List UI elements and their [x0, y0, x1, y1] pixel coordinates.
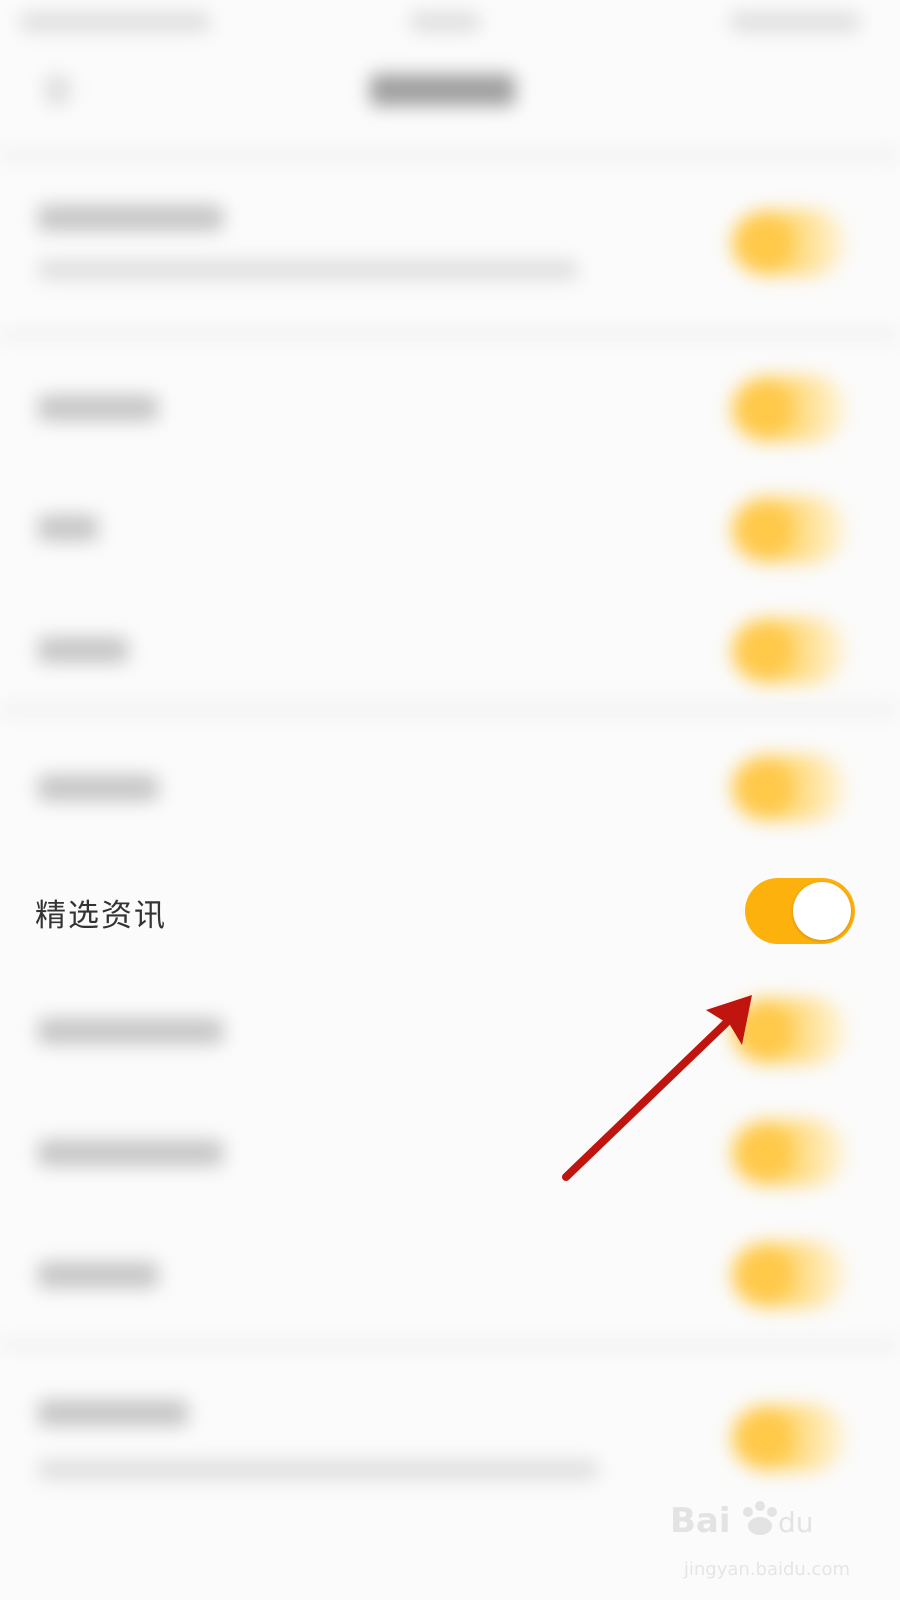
- setting-row-5-title: [38, 775, 158, 801]
- status-bar-right: [730, 12, 860, 32]
- setting-row-9-title: [38, 1262, 158, 1288]
- page-title: [370, 74, 515, 106]
- baidu-jingyan-logo-icon: Bai du: [670, 1501, 814, 1541]
- setting-row-3-title: [38, 515, 98, 541]
- setting-row-1-subtitle: [38, 260, 578, 280]
- settings-screen: 精选资讯 Bai du jingyan.baidu.com: [0, 0, 900, 1600]
- back-icon[interactable]: [45, 75, 70, 105]
- setting-row-4-knob: [732, 620, 794, 682]
- setting-row-3-knob: [732, 499, 794, 561]
- setting-row-5-knob: [732, 757, 794, 819]
- setting-row-2-title: [38, 395, 158, 421]
- setting-row-10-title: [38, 1400, 188, 1426]
- toggle-knob: [793, 882, 851, 940]
- setting-row-7-title: [38, 1018, 223, 1044]
- svg-text:Bai: Bai: [670, 1501, 731, 1541]
- featured-news-toggle[interactable]: [745, 878, 855, 944]
- setting-row-7-knob: [732, 1000, 794, 1062]
- status-bar-left: [20, 12, 210, 32]
- svg-text:du: du: [778, 1506, 814, 1539]
- watermark-url: jingyan.baidu.com: [683, 1559, 850, 1580]
- section-divider-3: [0, 1340, 900, 1350]
- watermark: Bai du jingyan.baidu.com: [670, 1490, 850, 1580]
- setting-row-1-title: [38, 205, 223, 231]
- setting-row-4-title: [38, 637, 128, 663]
- blurred-content: [0, 0, 900, 1600]
- section-divider: [0, 330, 900, 340]
- setting-row-2-knob: [732, 378, 794, 440]
- setting-label: 精选资讯: [35, 898, 167, 934]
- setting-row-10-subtitle: [38, 1460, 598, 1480]
- setting-row-1-knob: [732, 212, 794, 274]
- setting-row-8-title: [38, 1140, 223, 1166]
- setting-row-8-knob: [732, 1122, 794, 1184]
- setting-row-featured-news[interactable]: 精选资讯: [0, 866, 900, 956]
- header-divider: [0, 150, 900, 160]
- section-divider-2: [0, 705, 900, 715]
- status-bar-center: [410, 12, 480, 32]
- setting-row-10-knob: [732, 1407, 794, 1469]
- setting-row-9-knob: [732, 1244, 794, 1306]
